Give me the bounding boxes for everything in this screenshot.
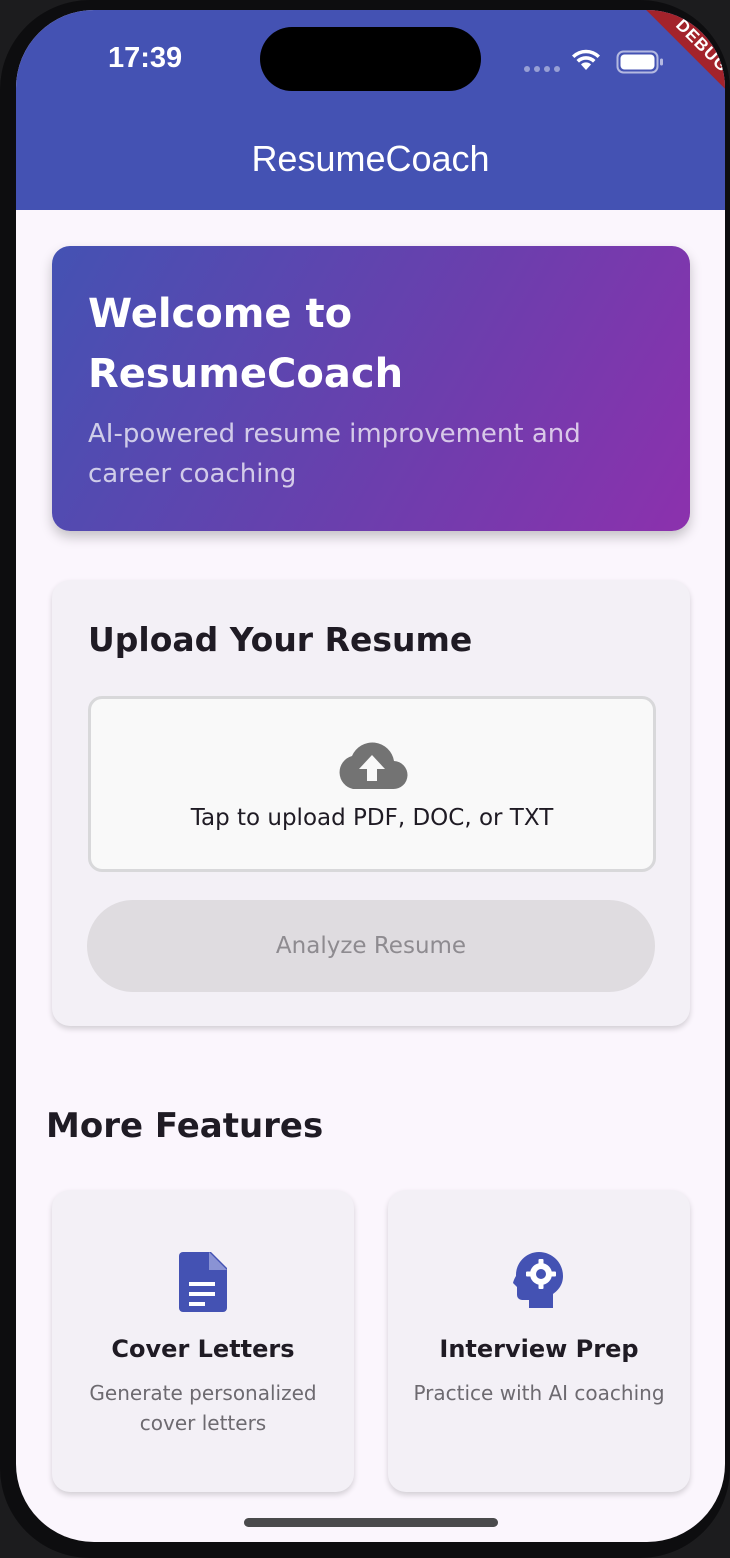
upload-title: Upload Your Resume (88, 620, 473, 659)
interview-prep-card[interactable]: Interview Prep Practice with AI coaching (388, 1190, 690, 1492)
upload-card: Upload Your Resume Tap to upload PDF, DO… (52, 580, 690, 1026)
psychology-icon (513, 1252, 563, 1308)
upload-dropzone[interactable]: Tap to upload PDF, DOC, or TXT (88, 696, 656, 872)
cover-letters-card[interactable]: Cover Letters Generate personalized cove… (52, 1190, 354, 1492)
battery-icon (616, 50, 663, 74)
analyze-resume-button[interactable]: Analyze Resume (87, 900, 655, 992)
cloud-upload-icon (339, 742, 408, 790)
app-title: ResumeCoach (251, 138, 490, 179)
feature-description: Generate personalized cover letters (89, 1381, 317, 1435)
wifi-icon (572, 49, 600, 70)
feature-title: Cover Letters (111, 1335, 295, 1363)
welcome-title: Welcome to ResumeCoach (88, 291, 404, 397)
more-features-title: More Features (46, 1106, 324, 1146)
home-indicator[interactable] (244, 1518, 498, 1527)
welcome-card: Welcome to ResumeCoach AI-powered resume… (52, 246, 690, 531)
app-screen: 17:39 DEBUG ResumeCoach Welcome to Resum… (16, 10, 725, 1542)
status-time: 17:39 (108, 42, 183, 74)
upload-prompt: Tap to upload PDF, DOC, or TXT (190, 805, 554, 831)
feature-title: Interview Prep (439, 1335, 639, 1363)
feature-description: Practice with AI coaching (413, 1381, 665, 1405)
welcome-subtitle: AI-powered resume improvement and career… (88, 419, 581, 489)
app-bar: 17:39 DEBUG ResumeCoach (16, 10, 725, 210)
cellular-signal-icon (524, 66, 560, 72)
document-icon (179, 1252, 227, 1312)
dynamic-island (260, 27, 481, 91)
